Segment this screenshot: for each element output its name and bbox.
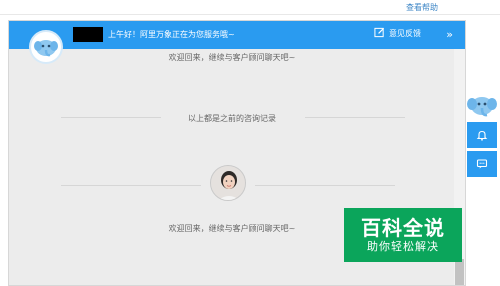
feedback-label: 意见反馈 [389, 29, 421, 38]
advisor-avatar [210, 165, 246, 201]
edit-icon [374, 27, 385, 40]
chat-icon [476, 155, 488, 174]
bell-icon [476, 126, 488, 145]
avatar-line-right [255, 185, 395, 186]
history-divider-label: 以上都是之前的咨询记录 [188, 114, 276, 123]
assistant-logo [29, 30, 63, 64]
page-root: 查看帮助 上午好！阿里万象正在为您服务哦~ 意见反馈 » 欢迎回来，继续与客户顾… [0, 0, 500, 286]
scrollbar-thumb[interactable] [455, 259, 464, 285]
watermark-subtitle: 助你轻松解决 [367, 239, 439, 253]
top-divider [0, 14, 500, 15]
help-link[interactable]: 查看帮助 [406, 2, 438, 13]
history-divider-right [305, 117, 405, 118]
baike-watermark: 百科全说 助你轻松解决 [344, 208, 462, 262]
redacted-name-block [73, 27, 103, 42]
chat-button[interactable] [467, 151, 497, 177]
chat-header: 上午好！阿里万象正在为您服务哦~ 意见反馈 » [9, 21, 465, 49]
elephant-logo-icon [34, 40, 58, 57]
watermark-title: 百科全说 [361, 215, 445, 240]
feedback-button[interactable]: 意见反馈 [374, 27, 421, 40]
greeting-text: 上午好！阿里万象正在为您服务哦~ [108, 30, 235, 39]
avatar-line-left [61, 185, 201, 186]
notification-button[interactable] [467, 122, 497, 148]
elephant-mascot-icon[interactable] [466, 92, 498, 120]
welcome-message-top: 欢迎回来，继续与客户顾问聊天吧~ [168, 53, 296, 62]
collapse-button[interactable]: » [446, 28, 453, 41]
